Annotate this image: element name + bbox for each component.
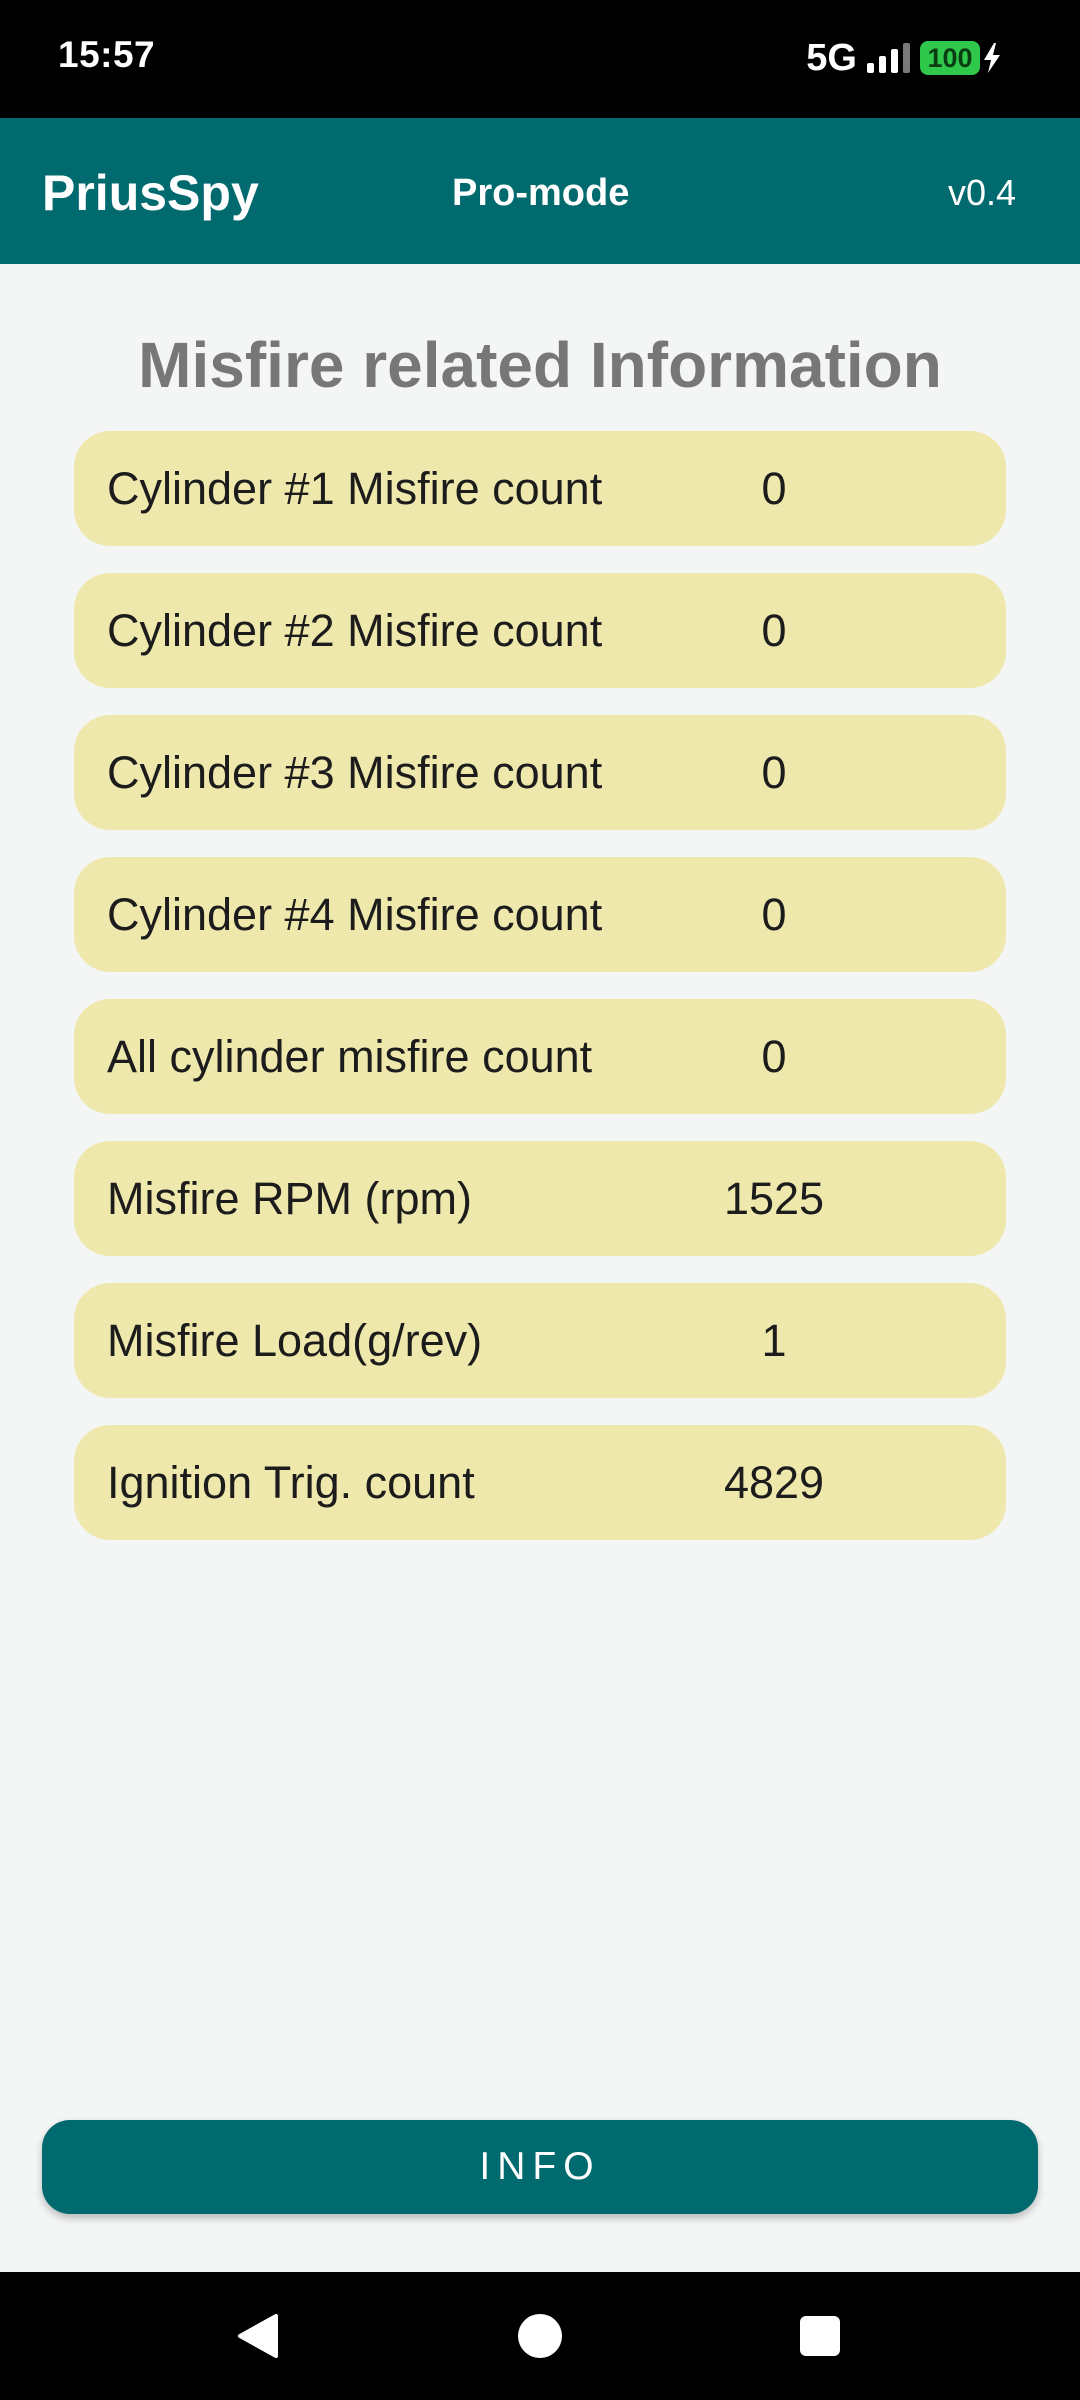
charging-bolt-icon — [984, 43, 1000, 73]
row-value: 0 — [761, 604, 787, 656]
status-icons: 5G 100 — [806, 36, 1004, 80]
row-label: All cylinder misfire count — [107, 1030, 593, 1082]
misfire-info-list: Cylinder #1 Misfire count 0 Cylinder #2 … — [74, 431, 1006, 1567]
recents-icon[interactable] — [800, 2316, 840, 2356]
status-bar: 15:57 5G 100 — [0, 0, 1080, 118]
status-time: 15:57 — [58, 34, 156, 75]
info-row-misfire-load: Misfire Load(g/rev) 1 — [74, 1283, 1006, 1398]
info-row-cylinder-1: Cylinder #1 Misfire count 0 — [74, 431, 1006, 546]
battery-level: 100 — [920, 41, 980, 75]
info-row-cylinder-3: Cylinder #3 Misfire count 0 — [74, 715, 1006, 830]
info-row-ignition-trig: Ignition Trig. count 4829 — [74, 1425, 1006, 1540]
row-value: 0 — [761, 888, 787, 940]
info-row-all-cylinders: All cylinder misfire count 0 — [74, 999, 1006, 1114]
info-row-cylinder-4: Cylinder #4 Misfire count 0 — [74, 857, 1006, 972]
row-value: 0 — [761, 462, 787, 514]
info-row-cylinder-2: Cylinder #2 Misfire count 0 — [74, 573, 1006, 688]
battery-icon: 100 — [920, 41, 1004, 75]
info-row-misfire-rpm: Misfire RPM (rpm) 1525 — [74, 1141, 1006, 1256]
row-label: Ignition Trig. count — [107, 1456, 475, 1508]
row-value: 0 — [761, 1030, 787, 1082]
row-value: 1525 — [723, 1172, 825, 1224]
row-label: Misfire RPM (rpm) — [107, 1172, 472, 1224]
row-value: 1 — [761, 1314, 787, 1366]
app-mode: Pro-mode — [452, 172, 630, 214]
page-title: Misfire related Information — [138, 329, 942, 401]
app-version: v0.4 — [947, 172, 1016, 213]
row-value: 4829 — [723, 1456, 825, 1508]
row-label: Cylinder #1 Misfire count — [107, 462, 603, 514]
row-label: Misfire Load(g/rev) — [107, 1314, 483, 1366]
row-value: 0 — [761, 746, 787, 798]
app-title: PriusSpy — [42, 165, 259, 221]
back-icon[interactable] — [236, 2312, 280, 2360]
info-button[interactable]: INFO — [42, 2120, 1038, 2214]
navigation-bar — [0, 2272, 1080, 2400]
row-label: Cylinder #3 Misfire count — [107, 746, 603, 798]
row-label: Cylinder #2 Misfire count — [107, 604, 603, 656]
network-type: 5G — [806, 36, 857, 79]
app-bar: PriusSpy Pro-mode v0.4 — [0, 118, 1080, 264]
row-label: Cylinder #4 Misfire count — [107, 888, 603, 940]
home-icon[interactable] — [518, 2314, 562, 2358]
signal-icon — [867, 43, 910, 73]
